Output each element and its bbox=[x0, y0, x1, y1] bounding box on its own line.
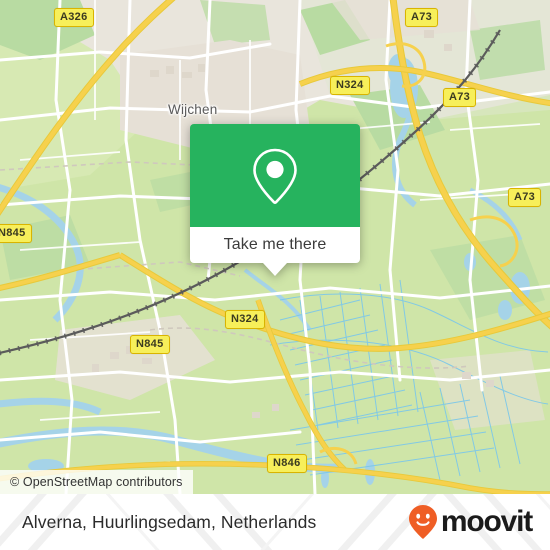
location-title: Alverna, Huurlingsedam, Netherlands bbox=[22, 511, 317, 532]
take-me-there-button[interactable]: Take me there bbox=[190, 227, 360, 263]
moovit-pin-smile-icon bbox=[408, 505, 437, 539]
osm-attribution[interactable]: © OpenStreetMap contributors bbox=[0, 470, 193, 494]
moovit-logo[interactable]: moovit bbox=[408, 504, 533, 540]
road-shield-n845-center[interactable]: N845 bbox=[130, 335, 170, 354]
location-popup-card[interactable]: Take me there bbox=[190, 124, 360, 276]
map-pin-icon bbox=[253, 148, 297, 204]
footer-bar: Alverna, Huurlingsedam, Netherlands moov… bbox=[0, 494, 550, 550]
card-pointer-tail bbox=[263, 263, 287, 276]
road-shield-n324-north[interactable]: N324 bbox=[330, 76, 370, 95]
road-shield-a73-east[interactable]: A73 bbox=[508, 188, 542, 207]
road-shield-n845-west[interactable]: N845 bbox=[0, 224, 32, 243]
road-shield-a73-mid[interactable]: A73 bbox=[443, 88, 477, 107]
road-shield-n846-south[interactable]: N846 bbox=[267, 454, 307, 473]
road-shield-n324-center[interactable]: N324 bbox=[225, 310, 265, 329]
moovit-wordmark: moovit bbox=[440, 505, 533, 538]
road-shield-a73-north[interactable]: A73 bbox=[405, 8, 439, 27]
card-pin-area bbox=[190, 124, 360, 227]
take-me-there-label: Take me there bbox=[223, 236, 327, 253]
road-shield-a326[interactable]: A326 bbox=[54, 8, 94, 27]
moovit-location-card: Wijchen A326 A73 N324 A73 A73 N845 N324 … bbox=[0, 0, 550, 550]
